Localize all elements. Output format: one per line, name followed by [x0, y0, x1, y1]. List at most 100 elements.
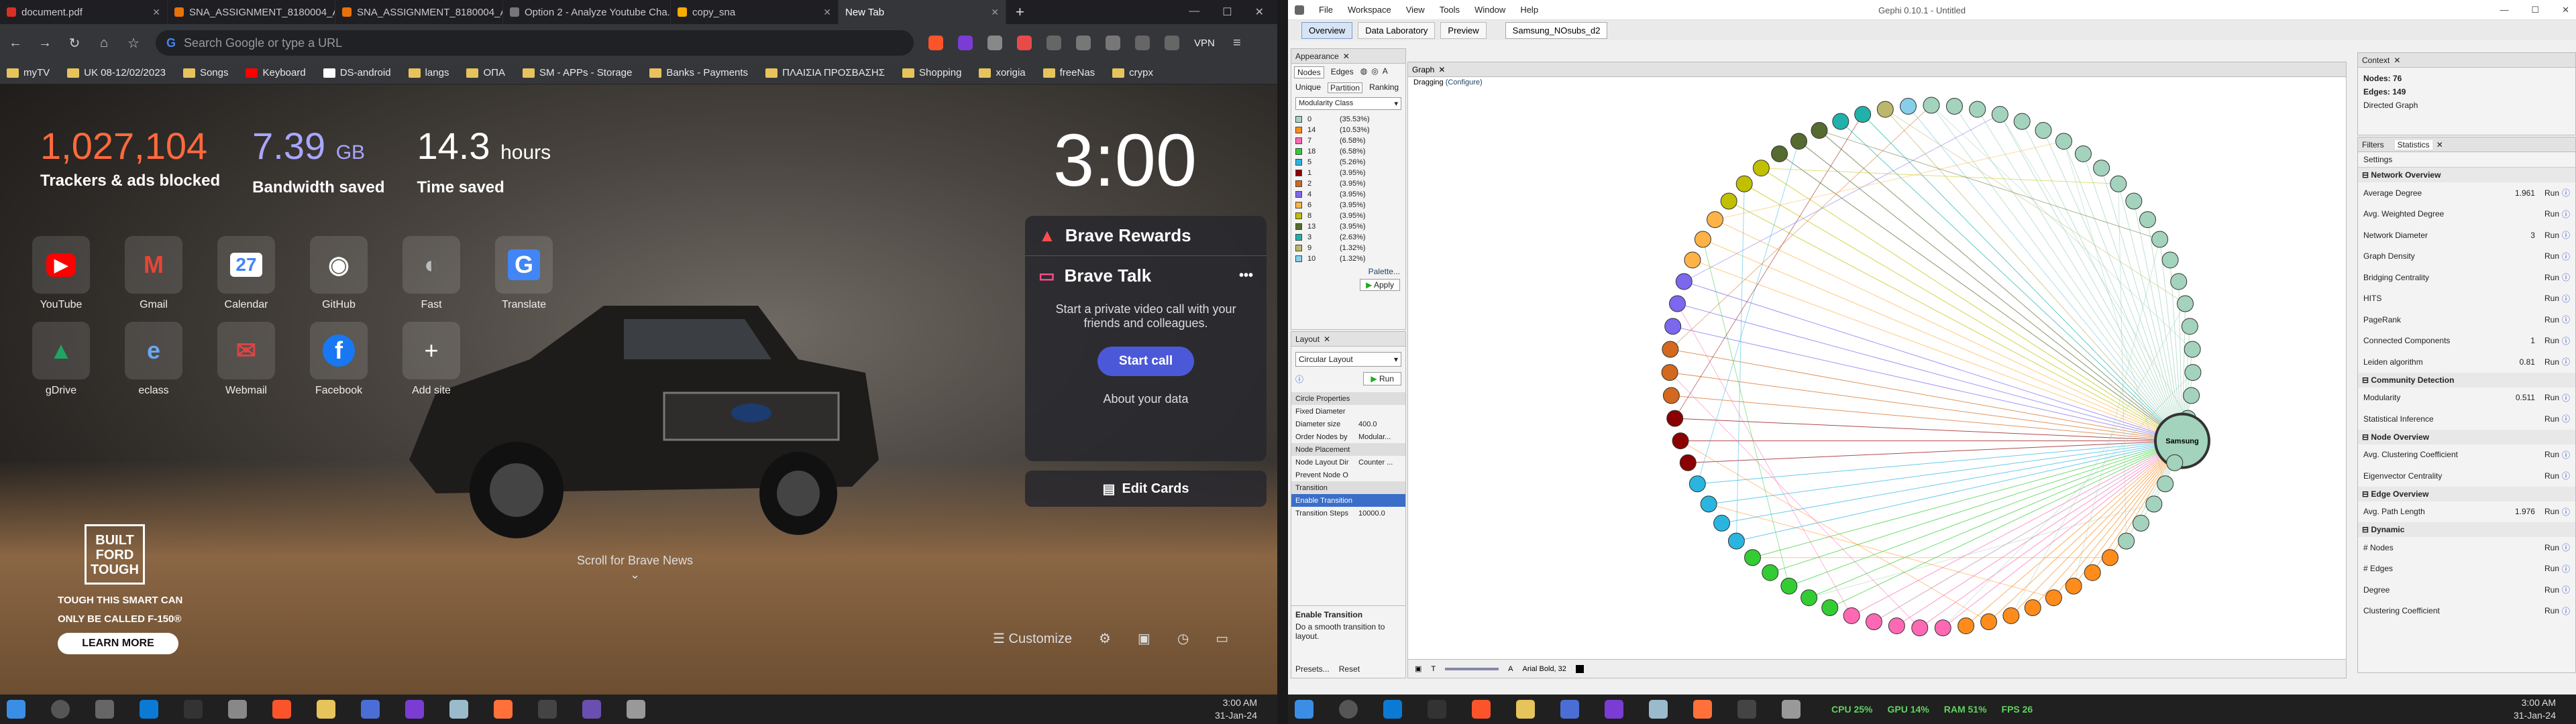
info-icon[interactable]: ⓘ [2562, 605, 2570, 617]
reload-icon[interactable]: ↻ [67, 35, 82, 52]
graph-node[interactable] [1688, 475, 1706, 493]
run-statistic-button[interactable]: Run [2544, 507, 2562, 516]
graph-node[interactable] [1780, 577, 1798, 595]
graph-node[interactable] [1969, 101, 1986, 118]
close-icon[interactable]: ✕ [2436, 140, 2443, 149]
gephi-icon[interactable] [1782, 700, 1801, 719]
terminal-icon[interactable] [1428, 700, 1446, 719]
graph-node[interactable] [1684, 251, 1701, 269]
graph-node[interactable] [1727, 532, 1745, 550]
gephi-icon[interactable] [627, 700, 645, 719]
partition-row[interactable]: 14 (10.53%) [1295, 125, 1401, 135]
app-icon[interactable] [449, 700, 468, 719]
graph-node[interactable] [2074, 145, 2092, 162]
info-icon[interactable]: ⓘ [2562, 413, 2570, 424]
search-icon[interactable] [51, 700, 70, 719]
taskview-icon[interactable] [95, 700, 114, 719]
graph-node[interactable] [1672, 432, 1689, 450]
run-statistic-button[interactable]: Run [2544, 585, 2562, 595]
property-row[interactable]: Enable Transition [1291, 494, 1405, 507]
clock-right[interactable]: 3:00 AM 31-Jan-24 [2514, 697, 2556, 722]
run-statistic-button[interactable]: Run [2544, 251, 2562, 261]
graph-node[interactable] [2139, 211, 2156, 229]
start-call-button[interactable]: Start call [1097, 347, 1194, 376]
graph-node[interactable] [2166, 454, 2184, 471]
graph-node[interactable] [1821, 599, 1839, 616]
wallet-icon[interactable] [1135, 36, 1150, 50]
info-icon[interactable]: ⓘ [2562, 449, 2570, 461]
customize-button[interactable]: ☰ Customize [993, 630, 1072, 647]
tab-unique[interactable]: Unique [1295, 82, 1321, 93]
tile-facebook[interactable]: f Facebook [310, 322, 368, 397]
graph-node[interactable] [1876, 101, 1894, 118]
firefox-icon[interactable] [494, 700, 513, 719]
size-icon[interactable]: ◎ [1371, 66, 1378, 78]
terminal-icon[interactable] [184, 700, 203, 719]
partition-row[interactable]: 3 (2.63%) [1295, 232, 1401, 243]
graph-node[interactable] [2065, 577, 2082, 595]
tab-edges[interactable]: Edges [1328, 66, 1356, 78]
run-statistic-button[interactable]: Run [2544, 209, 2562, 219]
tile-gdrive[interactable]: ▲ gDrive [32, 322, 90, 397]
maximize-icon[interactable]: ☐ [1222, 5, 1232, 19]
graph-node[interactable] [1790, 133, 1808, 150]
close-icon[interactable]: ✕ [1343, 52, 1350, 61]
property-row[interactable]: Prevent Node O [1291, 469, 1405, 481]
graph-node[interactable] [2035, 122, 2052, 139]
partition-row[interactable]: 13 (3.95%) [1295, 221, 1401, 232]
palette-button[interactable]: Palette... [1368, 267, 1400, 276]
bookmark-item[interactable]: DS-android [323, 67, 391, 78]
vpn-button[interactable]: VPN [1194, 38, 1215, 49]
close-window-icon[interactable]: ✕ [1255, 5, 1264, 19]
learn-more-button[interactable]: LEARN MORE [58, 633, 178, 654]
run-statistic-button[interactable]: Run [2544, 188, 2562, 198]
font-label[interactable]: Arial Bold, 32 [1522, 665, 1566, 673]
visualstudio-icon[interactable] [405, 700, 424, 719]
bookmark-item[interactable]: langs [408, 67, 449, 78]
close-icon[interactable]: ✕ [991, 7, 999, 18]
app-icon[interactable] [228, 700, 247, 719]
graph-node[interactable] [1945, 98, 1963, 115]
graph-node[interactable] [1668, 295, 1686, 312]
graph-node[interactable] [2084, 564, 2101, 581]
info-icon[interactable]: ⓘ [2562, 187, 2570, 198]
graph-node[interactable] [1957, 617, 1975, 635]
new-tab-button[interactable]: + [1006, 3, 1034, 21]
maximize-icon[interactable]: ☐ [2531, 5, 2539, 15]
graph-node[interactable] [2110, 175, 2127, 192]
omnibox[interactable]: G Search Google or type a URL [156, 30, 914, 56]
bookmark-item[interactable]: Shopping [902, 67, 961, 78]
color-icon[interactable]: ◍ [1360, 66, 1367, 78]
tab-partition[interactable]: Partition [1328, 82, 1363, 93]
network-graph[interactable]: Samsung [1408, 78, 2347, 655]
graph-node[interactable] [1662, 341, 1679, 358]
graph-node[interactable] [1923, 97, 1940, 114]
edit-cards-button[interactable]: ▤ Edit Cards [1025, 471, 1267, 507]
app-icon[interactable] [1649, 700, 1668, 719]
info-icon[interactable]: ⓘ [2562, 335, 2570, 347]
sidebar-icon[interactable] [1165, 36, 1179, 50]
brave-icon[interactable] [1472, 700, 1491, 719]
more-icon[interactable]: ••• [1239, 268, 1253, 284]
graph-node[interactable] [1664, 318, 1682, 335]
graph-node[interactable] [1744, 549, 1762, 566]
text-icon[interactable]: T [1431, 665, 1436, 673]
graph-node[interactable] [1811, 122, 1828, 139]
info-icon[interactable]: ⓘ [2562, 584, 2570, 595]
graph-node[interactable] [2184, 341, 2201, 358]
close-icon[interactable]: ✕ [1438, 65, 1445, 74]
graph-node[interactable] [1700, 495, 1717, 513]
graph-node[interactable] [1900, 98, 1917, 115]
info-icon[interactable]: ⓘ [2562, 314, 2570, 325]
scroll-news[interactable]: Scroll for Brave News ⌄ [577, 554, 693, 582]
brave-icon[interactable] [272, 700, 291, 719]
bookmark-item[interactable]: crypx [1112, 67, 1153, 78]
presets-button[interactable]: Presets... [1295, 664, 1330, 674]
graph-node[interactable] [1694, 231, 1711, 248]
windows-icon[interactable] [1295, 700, 1313, 719]
close-window-icon[interactable]: ✕ [2562, 5, 2569, 15]
menu-tools[interactable]: Tools [1440, 5, 1460, 15]
statistics-section[interactable]: ⊟ Network Overview [2358, 168, 2575, 182]
obs-icon[interactable] [538, 700, 557, 719]
info-icon[interactable]: ⓘ [2562, 392, 2570, 404]
